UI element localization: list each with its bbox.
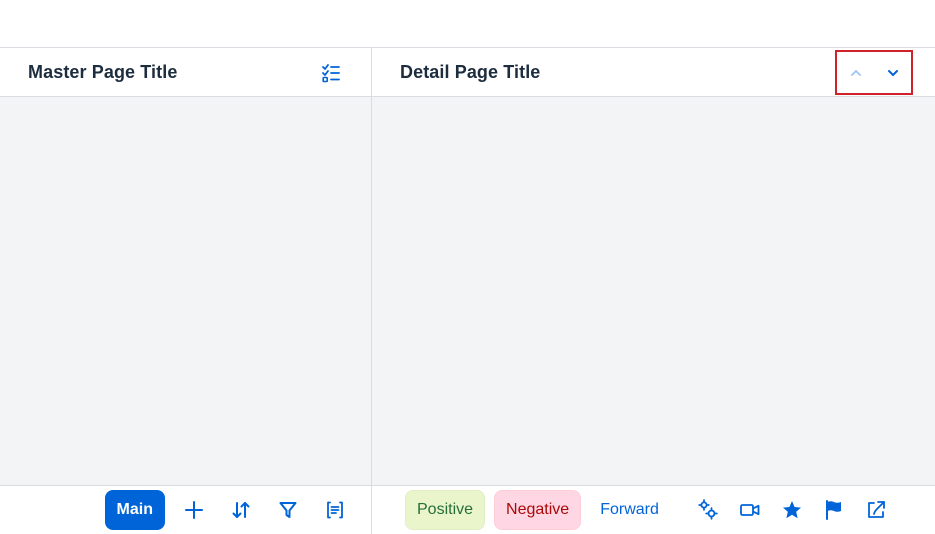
detail-content-area	[372, 97, 935, 485]
navigate-down-button[interactable]	[877, 57, 909, 89]
share-button[interactable]	[858, 492, 894, 528]
positive-button[interactable]: Positive	[405, 490, 486, 530]
detail-page-title: Detail Page Title	[400, 61, 541, 82]
multi-select-button[interactable]	[314, 56, 348, 90]
navigation-down-arrow-icon	[886, 66, 900, 80]
detail-footer-toolbar: Positive Negative Forward	[372, 485, 935, 534]
add-icon	[184, 500, 204, 520]
group-button[interactable]	[317, 492, 353, 528]
main-button[interactable]: Main	[104, 490, 165, 530]
master-page-header: Master Page Title	[0, 48, 371, 97]
video-button[interactable]	[732, 492, 768, 528]
item-navigation-group	[835, 50, 913, 95]
favorite-button[interactable]	[774, 492, 810, 528]
settings-button[interactable]	[690, 492, 726, 528]
filter-icon	[278, 500, 298, 520]
navigation-up-arrow-icon	[849, 66, 863, 80]
sort-icon	[231, 500, 251, 520]
master-footer-toolbar: Main	[0, 485, 371, 534]
multi-select-icon	[321, 63, 341, 83]
add-button[interactable]	[176, 492, 212, 528]
video-icon	[739, 499, 761, 521]
group-icon	[325, 500, 345, 520]
sort-button[interactable]	[223, 492, 259, 528]
forward-button[interactable]: Forward	[590, 490, 669, 530]
master-page-title: Master Page Title	[28, 61, 178, 82]
settings-icon	[697, 499, 719, 521]
master-content-area	[0, 97, 371, 485]
navigate-up-button[interactable]	[840, 57, 872, 89]
favorite-icon	[781, 499, 803, 521]
negative-button[interactable]: Negative	[494, 490, 582, 530]
detail-pane: Detail Page Title Positive Negative Forw…	[372, 48, 935, 534]
shell-top-bar	[0, 0, 935, 48]
flag-icon	[823, 499, 845, 521]
master-pane: Master Page Title Main	[0, 48, 372, 534]
flag-button[interactable]	[816, 492, 852, 528]
share-icon	[865, 499, 887, 521]
detail-page-header: Detail Page Title	[372, 48, 935, 97]
filter-button[interactable]	[270, 492, 306, 528]
